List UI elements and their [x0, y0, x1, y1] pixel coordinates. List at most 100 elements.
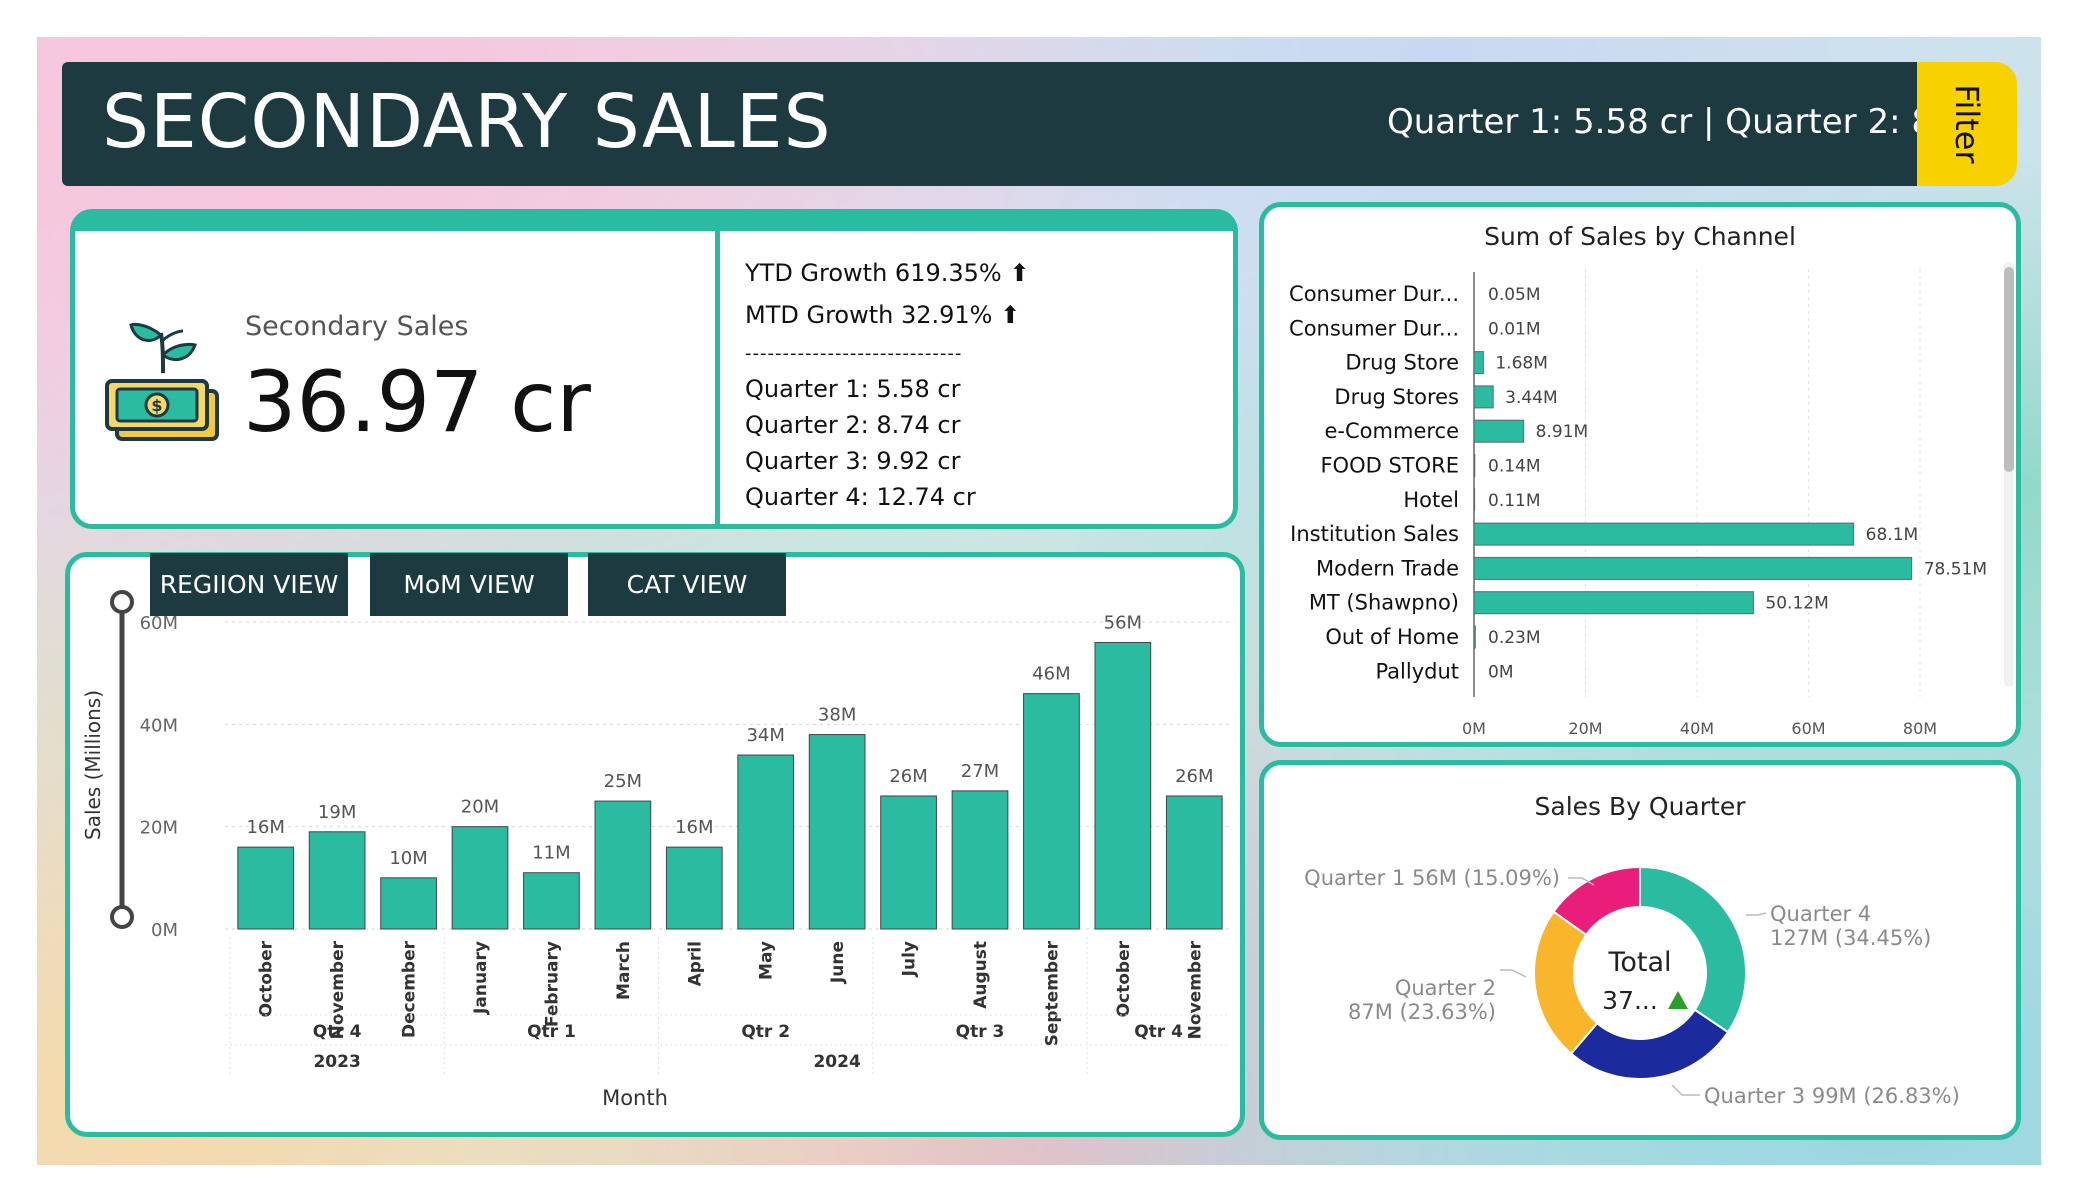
channel-chart-title: Sum of Sales by Channel [1484, 222, 1796, 251]
bar [880, 795, 937, 930]
kpi-value: 36.97 cr [243, 353, 591, 451]
cat-view-button[interactable]: CAT VIEW [588, 553, 786, 616]
svg-text:$: $ [151, 396, 162, 415]
quarter-sales-chart: Sales By Quarter Total 37... Quarter 1 56M … [1304, 792, 1960, 1108]
y-tick-label: 0M [151, 920, 178, 941]
category-label: FOOD STORE [1320, 454, 1459, 478]
bar-data-label: 16M [246, 817, 284, 838]
bar [451, 826, 509, 930]
donut-label-q3: Quarter 3 99M (26.83%) [1704, 1084, 1960, 1108]
category-label: Institution Sales [1290, 522, 1459, 546]
category-label: Hotel [1403, 488, 1459, 512]
category-label: e-Commerce [1325, 419, 1459, 443]
donut-label-q4-value: 127M (34.45%) [1770, 926, 1931, 950]
bar-data-label: 11M [532, 843, 570, 864]
mom-view-button[interactable]: MoM VIEW [370, 553, 568, 616]
donut-center-value: 37... [1602, 986, 1658, 1015]
bar [1473, 385, 1494, 409]
x-tick-label: November [1185, 940, 1205, 1039]
leader-line [1500, 969, 1527, 978]
bar [1473, 419, 1525, 443]
kpi-label: Secondary Sales [245, 311, 469, 342]
region-view-button[interactable]: REGIION VIEW [150, 553, 348, 616]
x-axis-title: Month [602, 1086, 668, 1110]
mtd-growth: MTD Growth 32.91% ⬆ [745, 301, 1021, 329]
bar [523, 872, 580, 930]
quarter-1-value: Quarter 1: 5.58 cr [745, 375, 961, 403]
x-tick-label: August [971, 941, 991, 1009]
bar-data-label: 16M [675, 817, 713, 838]
channel-scrollbar-thumb[interactable] [2004, 267, 2014, 472]
bar-data-label: 27M [961, 761, 999, 782]
x-tick-label: February [542, 941, 562, 1027]
quarter-2-value: Quarter 2: 8.74 cr [745, 411, 961, 439]
x-tick-label: May [757, 941, 777, 980]
x-tick-label: 20M [1568, 719, 1602, 738]
bar [1023, 693, 1080, 930]
x-tick-label: December [400, 940, 420, 1038]
bar-data-label: 46M [1032, 664, 1070, 685]
bar-data-label: 38M [818, 705, 856, 726]
bar-data-label: 0.01M [1488, 319, 1541, 339]
bar [237, 846, 295, 930]
bar-data-label: 0.05M [1488, 285, 1541, 305]
bar [951, 790, 1009, 930]
bar-data-label: 34M [746, 725, 784, 746]
header-bar: SECONDARY SALES Quarter 1: 5.58 cr | Qua… [62, 62, 1930, 186]
y-slider-handle-top [110, 590, 134, 614]
quarter-3-value: Quarter 3: 9.92 cr [745, 447, 961, 475]
quarter-ticker: Quarter 1: 5.58 cr | Quarter 2: 8.74 [1387, 92, 1923, 152]
x-tick-label: January [471, 941, 491, 1015]
bar [1473, 625, 1476, 649]
bar-data-label: 78.51M [1924, 559, 1987, 579]
bar-data-label: 56M [1104, 612, 1142, 633]
donut-chart-title: Sales By Quarter [1535, 792, 1747, 821]
year-label: 2023 [313, 1052, 360, 1072]
x-tick-label: June [828, 941, 848, 984]
x-tick-label: April [685, 941, 705, 986]
y-axis-title: Sales (Millions) [81, 690, 105, 840]
quarter-sales-card: Sales By Quarter Total 37... Quarter 1 56M … [1259, 760, 2021, 1140]
bar [808, 734, 866, 930]
y-slider-handle-bottom [110, 905, 134, 929]
channel-sales-chart: Sum of Sales by Channel 0M 20M 40M 60M 80M Con… [1289, 222, 1987, 738]
bar-data-label: 50.12M [1765, 594, 1828, 614]
bar [1094, 641, 1152, 930]
ytd-growth: YTD Growth 619.35% ⬆ [745, 259, 1030, 287]
kpi-separator: ----------------------------- [745, 343, 963, 364]
x-tick-label: July [900, 941, 920, 977]
category-label: Consumer Dur... [1289, 282, 1459, 306]
bar-data-label: 0M [1488, 662, 1513, 682]
category-label: Out of Home [1325, 625, 1459, 649]
kpi-divider [715, 231, 720, 524]
monthly-sales-card: 0M 20M 40M 60M Sales (Millions) 16M October 19M… [65, 552, 1245, 1137]
bar [737, 754, 795, 930]
quarter-label: Qtr 3 [956, 1022, 1005, 1042]
year-label: 2024 [813, 1052, 860, 1072]
x-tick-label: 40M [1680, 719, 1714, 738]
bar-data-label: 25M [604, 771, 642, 792]
channel-sales-card: Sum of Sales by Channel 0M 20M 40M 60M 80M Con… [1259, 202, 2021, 747]
bar-data-label: 3.44M [1505, 388, 1558, 408]
x-tick-label: 0M [1462, 719, 1486, 738]
category-label: Drug Store [1345, 351, 1459, 375]
quarter-label: Qtr 4 [313, 1022, 362, 1042]
quarter-label: Qtr 1 [527, 1022, 576, 1042]
leader-line [1671, 1084, 1700, 1096]
donut-label-q1: Quarter 1 56M (15.09%) [1304, 866, 1560, 890]
quarter-4-value: Quarter 4: 12.74 cr [745, 483, 976, 511]
category-label: Drug Stores [1334, 385, 1459, 409]
x-tick-label: 60M [1791, 719, 1825, 738]
monthly-sales-chart: 0M 20M 40M 60M Sales (Millions) 16M October 19M… [81, 590, 1230, 1110]
category-label: Modern Trade [1316, 556, 1459, 580]
bar-data-label: 0.11M [1488, 491, 1541, 511]
filter-button[interactable]: Filter [1917, 62, 2017, 186]
bar-data-label: 0.23M [1488, 628, 1541, 648]
y-tick-label: 40M [140, 715, 178, 736]
quarter-ticker-text: Quarter 1: 5.58 cr | Quarter 2: 8.74 [1387, 102, 1923, 142]
bar [1473, 454, 1476, 477]
bar-data-label: 19M [318, 802, 356, 823]
x-tick-label: 80M [1903, 719, 1937, 738]
bar [665, 846, 723, 930]
bar-data-label: 26M [889, 766, 927, 787]
